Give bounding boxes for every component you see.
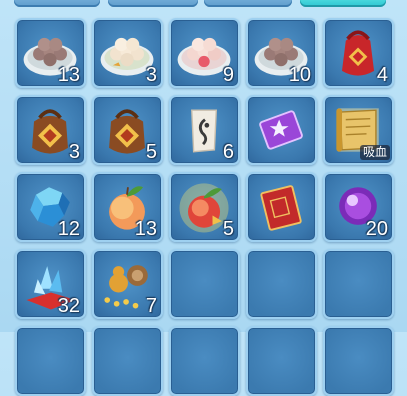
inventory-slot[interactable]: 4	[323, 18, 394, 88]
tab-1[interactable]	[14, 0, 100, 7]
tab-4-active[interactable]	[300, 0, 386, 7]
inventory-slot[interactable]: 13	[92, 172, 163, 242]
inventory-slot[interactable]: 7	[92, 249, 163, 319]
inventory-slot-empty[interactable]	[323, 249, 394, 319]
inventory-slot[interactable]: 6	[169, 95, 240, 165]
inventory-slot[interactable]: 吸血	[323, 95, 394, 165]
inventory-slot-empty[interactable]	[92, 326, 163, 396]
inventory-slot-empty[interactable]	[246, 249, 317, 319]
inventory-slot[interactable]: 3	[15, 95, 86, 165]
inventory-slot[interactable]: 32	[15, 249, 86, 319]
item-count: 7	[145, 295, 157, 317]
item-count: 13	[57, 64, 80, 86]
red-envelope-book-icon	[260, 185, 302, 231]
inventory-slot-empty[interactable]	[323, 326, 394, 396]
item-count: 5	[145, 141, 157, 163]
inventory-slot[interactable]: 12	[15, 172, 86, 242]
item-count: 13	[134, 218, 157, 240]
inventory-slot-empty[interactable]	[169, 249, 240, 319]
inventory-slot[interactable]: 13	[15, 18, 86, 88]
item-count: 12	[57, 218, 80, 240]
item-count: 10	[288, 64, 311, 86]
item-count: 5	[222, 218, 234, 240]
inventory-slot[interactable]	[246, 95, 317, 165]
item-count: 6	[222, 141, 234, 163]
item-count: 20	[365, 218, 388, 240]
inventory-slot[interactable]: 5	[169, 172, 240, 242]
item-count: 4	[376, 64, 388, 86]
inventory-slot[interactable]: 20	[323, 172, 394, 242]
item-count: 3	[68, 141, 80, 163]
item-count: 9	[222, 64, 234, 86]
item-tag: 吸血	[359, 144, 390, 160]
item-count: 3	[145, 64, 157, 86]
inventory-slot-empty[interactable]	[169, 326, 240, 396]
inventory-slot[interactable]: 9	[169, 18, 240, 88]
item-count: 32	[57, 295, 80, 317]
inventory-slot[interactable]: 5	[92, 95, 163, 165]
inventory-slot-empty[interactable]	[246, 326, 317, 396]
inventory-slot-empty[interactable]	[15, 326, 86, 396]
tab-3[interactable]	[204, 0, 292, 7]
inventory-slot[interactable]	[246, 172, 317, 242]
tab-2[interactable]	[108, 0, 198, 7]
purple-star-ticket-icon	[259, 110, 303, 150]
tab-bar	[0, 0, 407, 12]
inventory-slot[interactable]: 3	[92, 18, 163, 88]
inventory-slot[interactable]: 10	[246, 18, 317, 88]
